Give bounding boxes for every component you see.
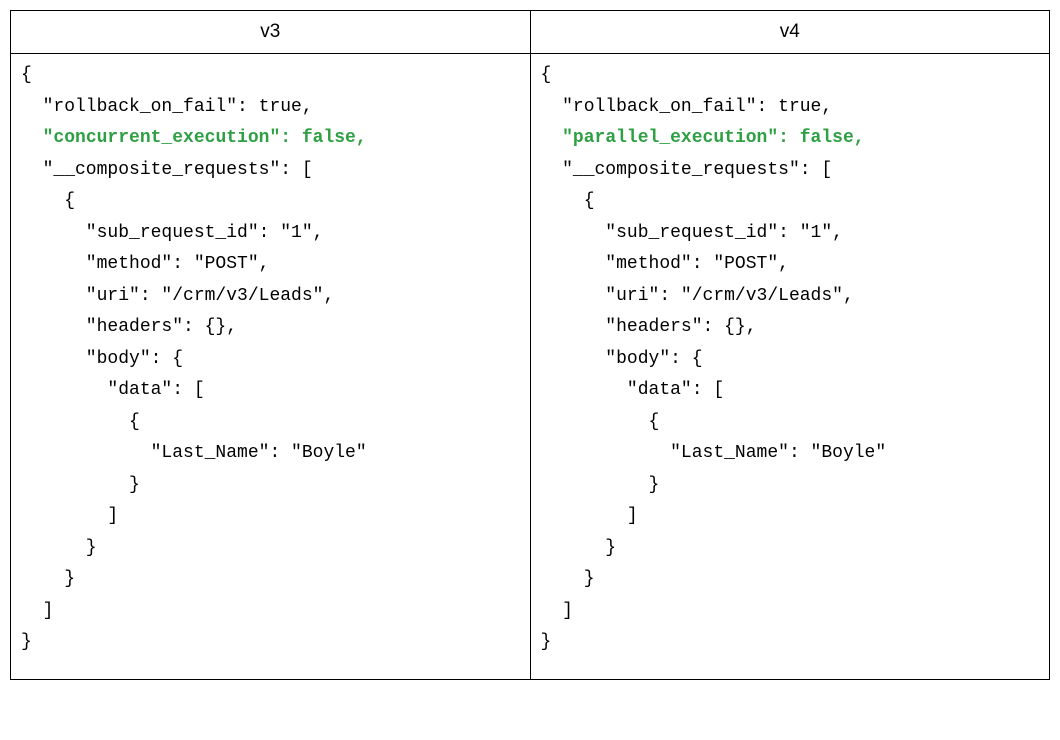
comparison-table: v3 v4 { "rollback_on_fail": true, "concu… (10, 10, 1050, 680)
column-header-v4: v4 (530, 11, 1050, 54)
column-header-v3: v3 (11, 11, 531, 54)
table-cell-v3: { "rollback_on_fail": true, "concurrent_… (11, 54, 531, 680)
code-block-v4: { "rollback_on_fail": true, "parallel_ex… (531, 54, 1050, 679)
code-block-v3: { "rollback_on_fail": true, "concurrent_… (11, 54, 530, 679)
table-cell-v4: { "rollback_on_fail": true, "parallel_ex… (530, 54, 1050, 680)
